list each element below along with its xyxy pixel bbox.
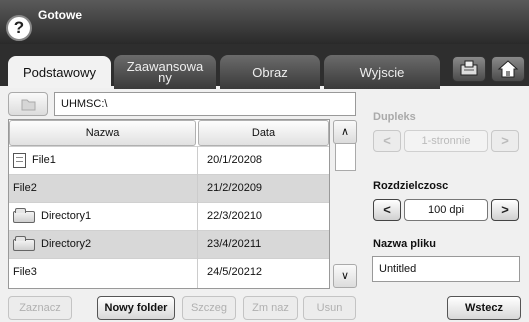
folder-icon	[21, 99, 36, 111]
column-header-nazwa[interactable]: Nazwa	[9, 120, 196, 146]
table-row[interactable]: File1 20/1/20208	[9, 146, 329, 174]
row-date: 22/3/20210	[207, 210, 263, 222]
row-date: 23/4/20211	[207, 238, 262, 250]
row-name-text: File1	[32, 154, 56, 166]
duplex-prev-button[interactable]: <	[373, 130, 401, 152]
row-name: Directory2	[13, 231, 91, 258]
job-build-icon	[460, 60, 478, 76]
scroll-up-button[interactable]: ∧	[333, 120, 357, 144]
folder-up-button	[8, 92, 48, 116]
file-icon	[13, 153, 26, 168]
usun-button[interactable]: Usun	[303, 296, 356, 320]
home-icon	[497, 60, 519, 78]
tab-label: Podstawowy	[23, 64, 96, 80]
row-name-text: File3	[13, 266, 37, 278]
home-button[interactable]	[491, 56, 525, 82]
tab-zaawansowany[interactable]: Zaawansowa ny	[114, 55, 216, 89]
resolution-label: Rozdzielczosc	[373, 180, 449, 192]
table-row[interactable]: File2 21/2/20209	[9, 174, 329, 202]
szczeg-button[interactable]: Szczeg	[182, 296, 236, 320]
row-date: 20/1/20208	[207, 154, 263, 166]
zaznacz-button[interactable]: Zaznacz	[8, 296, 72, 320]
row-name: File2	[13, 175, 37, 202]
help-icon[interactable]: ?	[6, 15, 32, 41]
table-row[interactable]: Directory1 22/3/20210	[9, 202, 329, 230]
job-build-button[interactable]	[452, 56, 486, 82]
table-row[interactable]: File3 24/5/20212	[9, 258, 329, 288]
scrollbar-thumb[interactable]	[335, 143, 356, 171]
tab-label: Wyjscie	[359, 64, 405, 80]
wstecz-button[interactable]: Wstecz	[447, 296, 521, 320]
folder-icon	[13, 235, 35, 251]
page-title: Gotowe	[38, 8, 82, 22]
duplex-label: Dupleks	[373, 111, 416, 123]
row-name-text: Directory2	[41, 238, 92, 250]
row-name-text: Directory1	[41, 210, 92, 222]
tab-podstawowy[interactable]: Podstawowy	[8, 56, 111, 88]
resolution-prev-button[interactable]: <	[373, 199, 401, 221]
nowy-folder-button[interactable]: Nowy folder	[97, 296, 175, 320]
row-name-text: File2	[13, 182, 37, 194]
row-name: File1	[13, 147, 56, 174]
row-name: Directory1	[13, 203, 91, 230]
row-date: 24/5/20212	[207, 266, 263, 278]
resolution-value: 100 dpi	[404, 199, 488, 221]
filename-input[interactable]: Untitled	[372, 256, 520, 282]
path-field[interactable]: UHMSC:\	[54, 92, 356, 116]
duplex-next-button[interactable]: >	[491, 130, 519, 152]
tab-obraz[interactable]: Obraz	[220, 55, 320, 89]
tab-label: Obraz	[252, 64, 288, 80]
table-row[interactable]: Directory2 23/4/20211	[9, 230, 329, 258]
folder-icon	[13, 207, 35, 223]
scroll-down-button[interactable]: ∨	[333, 264, 357, 288]
title-bar	[0, 0, 529, 44]
column-header-data[interactable]: Data	[198, 120, 329, 146]
resolution-next-button[interactable]: >	[491, 199, 519, 221]
column-divider	[197, 146, 198, 288]
tab-wyjscie[interactable]: Wyjscie	[324, 55, 440, 89]
duplex-value: 1-stronnie	[404, 130, 488, 152]
tab-label-line2: ny	[158, 70, 172, 85]
row-name: File3	[13, 259, 37, 286]
zmien-nazwe-button[interactable]: Zm naz	[243, 296, 298, 320]
row-date: 21/2/20209	[207, 182, 263, 194]
filename-label: Nazwa pliku	[373, 238, 436, 250]
